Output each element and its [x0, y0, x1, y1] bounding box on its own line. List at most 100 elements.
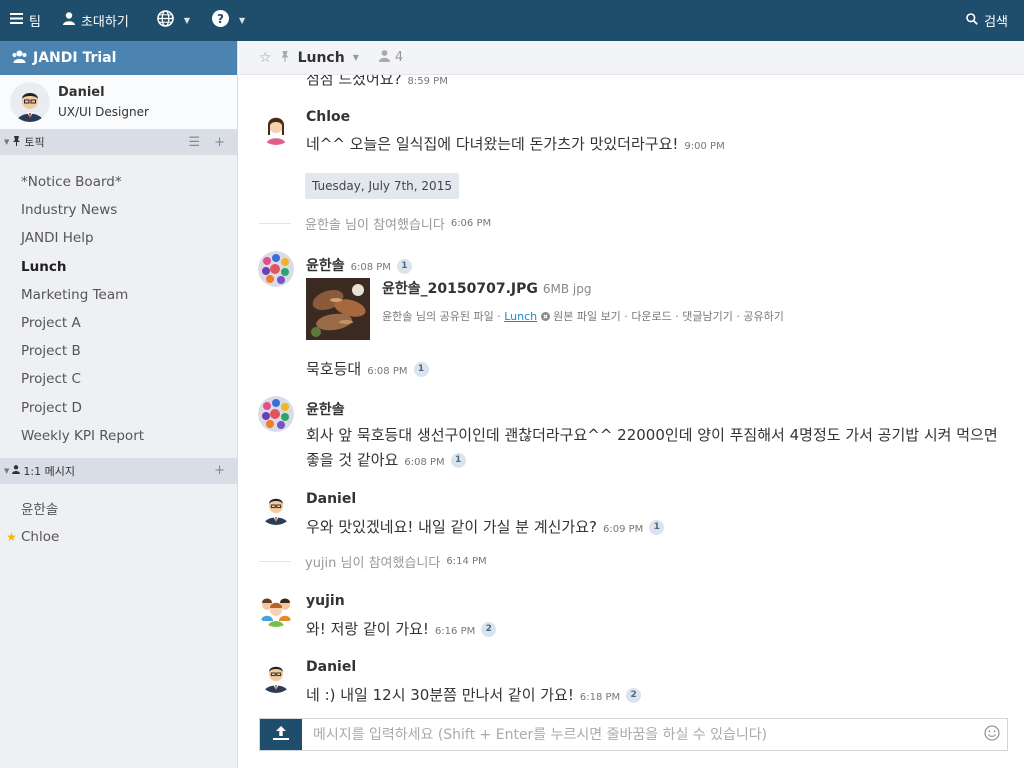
download-link[interactable]: 다운로드	[631, 310, 671, 323]
topics-section-header[interactable]: ▼ 토픽 ☰ +	[0, 129, 237, 155]
topic-item[interactable]: Project A	[0, 309, 237, 337]
message-sender[interactable]: Chloe	[306, 109, 350, 125]
file-meta: 윤한솔 님의 공유된 파일 · Lunch 원본 파일 보기 · 다운로드 · …	[382, 310, 784, 324]
message-sender[interactable]: 윤한솔 6:08 PM 1	[306, 255, 412, 275]
add-dm-icon[interactable]: +	[214, 463, 225, 478]
file-attachment: 윤한솔_20150707.JPG 6MB jpg 윤한솔 님의 공유된 파일 · …	[306, 278, 784, 340]
help-icon: ?	[211, 10, 229, 31]
file-thumbnail[interactable]	[306, 278, 370, 340]
topic-item[interactable]: *Notice Board*	[0, 168, 237, 196]
topic-item[interactable]: Industry News	[0, 196, 237, 224]
message-text: 묵호등대 6:08 PM 1	[306, 357, 429, 384]
share-link[interactable]: 공유하기	[743, 310, 783, 323]
message-text: 회사 앞 묵호등대 생선구이인데 괜찮더라구요^^ 22000인데 양이 푸짐해…	[306, 426, 998, 444]
dm-item[interactable]: ★ Chloe	[0, 522, 237, 551]
avatar[interactable]	[258, 657, 294, 693]
dm-item-label: 윤한솔	[21, 502, 59, 519]
pin-icon[interactable]	[280, 50, 290, 66]
message-sender[interactable]: Daniel	[306, 659, 356, 675]
topics-header-label: 토픽	[24, 136, 45, 149]
star-outline-icon[interactable]: ☆	[259, 50, 272, 66]
team-menu-button[interactable]: 팀	[0, 0, 41, 41]
collapse-caret-icon: ▼	[4, 466, 10, 475]
dm-item[interactable]: 윤한솔	[0, 494, 237, 523]
message-sender[interactable]: yujin	[306, 593, 345, 609]
search-label: 검색	[984, 15, 1008, 30]
avatar[interactable]	[258, 109, 294, 145]
chevron-down-icon[interactable]: ▼	[353, 53, 359, 62]
file-topic-link[interactable]: Lunch	[504, 310, 537, 323]
topic-item-active[interactable]: Lunch	[0, 253, 237, 281]
avatar[interactable]	[258, 591, 294, 627]
dm-section-header[interactable]: ▼ 1:1 메시지 +	[0, 457, 237, 484]
team-name: JANDI Trial	[33, 50, 117, 66]
svg-text:?: ?	[217, 12, 224, 26]
message-text: 네 :) 내일 12시 30분쯤 만나서 같이 가요! 6:18 PM 2	[306, 683, 642, 710]
hamburger-icon	[10, 13, 23, 28]
dm-item-label: Chloe	[21, 528, 60, 545]
unread-badge: 1	[450, 453, 466, 468]
message-text: 네^^ 오늘은 일식집에 다녀왔는데 돈가츠가 맛있더라구요! 9:00 PM	[306, 135, 725, 153]
message-sender[interactable]: Daniel	[306, 491, 356, 507]
message-time: 6:06 PM	[450, 218, 492, 229]
message-composer	[259, 718, 1008, 751]
topic-item[interactable]: Marketing Team	[0, 281, 237, 309]
message-text: 우와 맛있겠네요! 내일 같이 가실 분 계신가요? 6:09 PM 1	[306, 515, 665, 542]
message-input[interactable]	[302, 719, 977, 750]
divider	[259, 223, 291, 224]
upload-icon	[272, 725, 290, 745]
message-text: 좋을 것 같아요 6:08 PM 1	[306, 448, 466, 475]
invite-button[interactable]: 초대하기	[62, 0, 129, 41]
close-circle-icon[interactable]	[540, 311, 550, 324]
unread-badge: 2	[626, 688, 642, 703]
topic-item[interactable]: Project B	[0, 337, 237, 365]
search-button[interactable]: 검색	[966, 0, 1008, 41]
file-shared-label: 윤한솔 님의 공유된 파일 ·	[382, 310, 501, 323]
message-text: 점점 드셨어요? 8:59 PM	[306, 75, 448, 88]
system-message: 윤한솔 님이 참여했습니다 6:06 PM	[259, 214, 491, 233]
channel-name[interactable]: Lunch	[298, 50, 345, 66]
profile-card[interactable]: Daniel UX/UI Designer	[0, 75, 237, 129]
topic-item[interactable]: Weekly KPI Report	[0, 422, 237, 450]
message-list: 점점 드셨어요? 8:59 PM Chloe 네^^ 오늘은 일식집에 다녀왔는데…	[239, 75, 1024, 710]
system-message: yujin 님이 참여했습니다 6:14 PM	[259, 552, 487, 571]
list-icon[interactable]: ☰	[188, 135, 200, 150]
person-icon	[378, 49, 390, 66]
avatar	[10, 82, 50, 122]
comment-link[interactable]: 댓글남기기	[682, 310, 733, 323]
channel-header: ☆ Lunch ▼ 4	[239, 41, 1024, 75]
avatar[interactable]	[258, 251, 294, 287]
date-divider: Tuesday, July 7th, 2015	[305, 173, 459, 199]
topic-item[interactable]: JANDI Help	[0, 224, 237, 252]
message-time: 6:08 PM	[350, 262, 391, 273]
file-name[interactable]: 윤한솔_20150707.JPG 6MB jpg	[382, 278, 784, 298]
smiley-icon	[984, 724, 1000, 745]
message-time: 6:08 PM	[367, 366, 408, 377]
avatar[interactable]	[258, 396, 294, 432]
message-time: 6:14 PM	[446, 556, 487, 567]
help-dropdown[interactable]: ? ▼	[211, 0, 245, 41]
upload-button[interactable]	[260, 719, 302, 750]
add-topic-icon[interactable]: +	[214, 135, 225, 150]
star-icon: ★	[6, 529, 17, 544]
message-text: 와! 저랑 같이 가요! 6:16 PM 2	[306, 617, 497, 644]
topic-item[interactable]: Project D	[0, 394, 237, 422]
view-original-link[interactable]: 원본 파일 보기	[553, 310, 621, 323]
chevron-down-icon: ▼	[183, 16, 190, 25]
topic-list: *Notice Board* Industry News JANDI Help …	[0, 155, 237, 450]
member-count: 4	[394, 50, 404, 65]
topic-item[interactable]: Project C	[0, 365, 237, 393]
dm-list: 윤한솔 ★ Chloe	[0, 484, 237, 551]
message-time: 6:09 PM	[603, 524, 644, 535]
person-icon	[12, 464, 21, 477]
user-icon	[62, 12, 75, 29]
team-icon	[12, 50, 27, 67]
message-sender[interactable]: 윤한솔	[306, 399, 345, 419]
invite-label: 초대하기	[80, 15, 129, 30]
emoji-button[interactable]	[977, 724, 1007, 745]
team-header[interactable]: JANDI Trial	[0, 41, 237, 75]
language-dropdown[interactable]: ▼	[157, 0, 190, 41]
avatar[interactable]	[258, 489, 294, 525]
unread-badge: 1	[396, 258, 412, 274]
members-button[interactable]: 4	[378, 49, 404, 66]
